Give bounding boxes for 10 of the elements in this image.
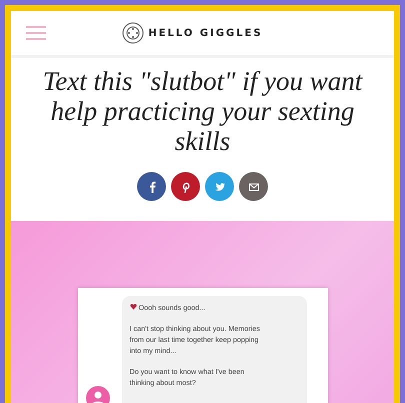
share-button[interactable]	[205, 172, 234, 201]
logo-icon	[122, 22, 144, 44]
email-share-button[interactable]	[239, 172, 268, 201]
envelope-icon	[248, 180, 260, 192]
logo-text[interactable]: HELLO GIGGLES	[148, 28, 263, 38]
share-button[interactable]	[137, 172, 166, 201]
bird-icon	[214, 180, 226, 192]
article-title: Text this "slutbot" if you want help practicing your sexting skills	[42, 66, 364, 156]
heart-icon	[130, 303, 136, 310]
share-button[interactable]	[171, 172, 200, 201]
